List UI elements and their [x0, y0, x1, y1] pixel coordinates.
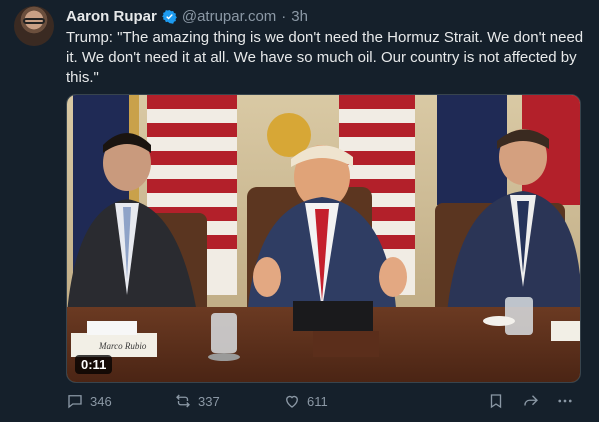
verified-icon	[161, 9, 177, 24]
post-time[interactable]: 3h	[291, 8, 308, 25]
like-count: 611	[307, 393, 328, 409]
repost-count: 337	[198, 393, 220, 409]
video-media[interactable]: Marco Rubio 0:11	[66, 94, 581, 383]
nameplate-text: Marco Rubio	[98, 341, 147, 351]
reply-button[interactable]: 346	[66, 392, 112, 410]
share-button[interactable]	[522, 392, 540, 410]
author-name[interactable]: Aaron Rupar	[66, 8, 157, 25]
repost-button[interactable]: 337	[174, 392, 220, 410]
post-text: Trump: "The amazing thing is we don't ne…	[66, 29, 584, 86]
repost-icon	[176, 394, 190, 408]
video-frame: Marco Rubio	[67, 95, 580, 382]
reply-icon	[68, 395, 82, 409]
avatar[interactable]	[14, 6, 54, 46]
share-icon	[524, 395, 538, 406]
like-button[interactable]: 611	[283, 392, 328, 410]
post-header: Aaron Rupar @atrupar.com · 3h	[66, 6, 308, 26]
bookmark-button[interactable]	[487, 392, 505, 410]
like-icon	[286, 395, 298, 408]
more-icon	[558, 399, 572, 403]
action-bar: 346 337 611	[66, 392, 581, 414]
separator-dot: ·	[281, 7, 287, 25]
reply-count: 346	[90, 393, 112, 409]
post: Aaron Rupar @atrupar.com · 3h Trump: "Th…	[0, 0, 599, 422]
bookmark-icon	[490, 394, 502, 409]
video-duration: 0:11	[75, 355, 113, 374]
more-button[interactable]	[556, 392, 574, 410]
author-handle[interactable]: @atrupar.com	[182, 8, 276, 25]
